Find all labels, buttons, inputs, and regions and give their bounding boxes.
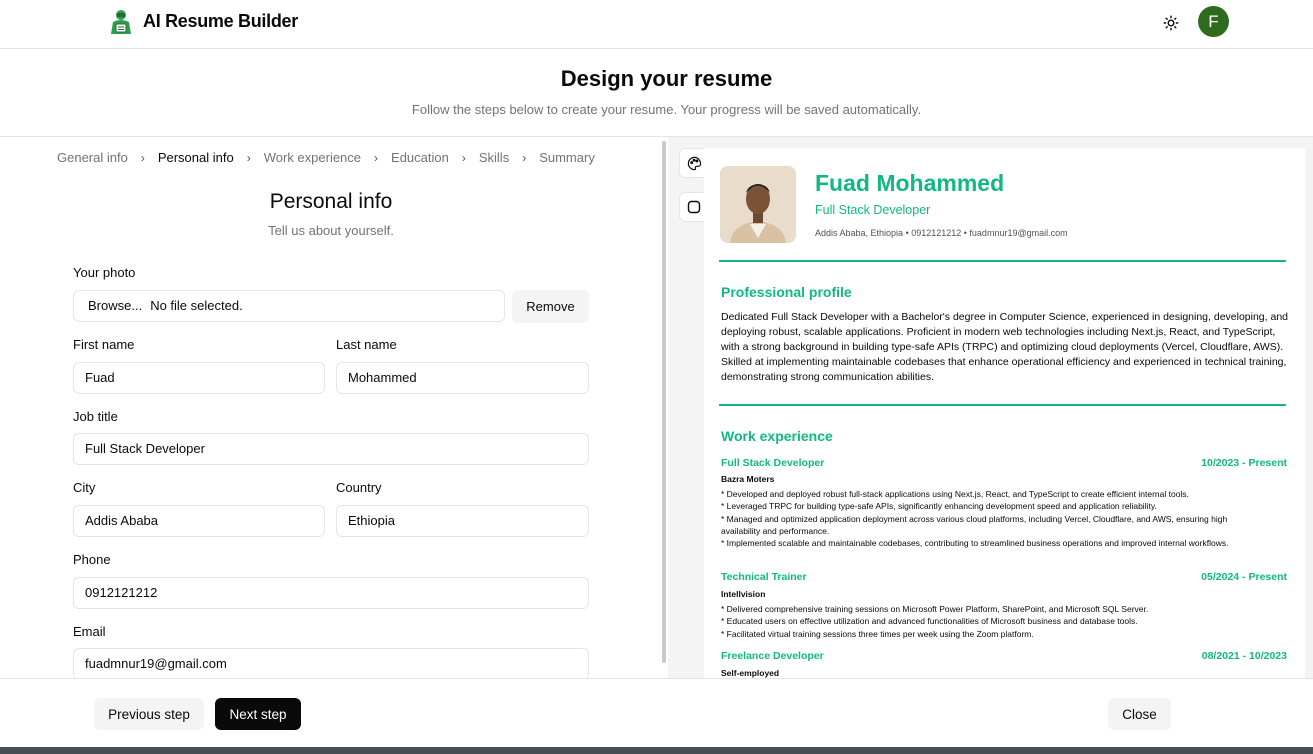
job-company: Intellvision [721, 589, 766, 599]
robot-logo-icon[interactable] [108, 8, 134, 36]
job-position: Full Stack Developer [721, 457, 825, 469]
palette-icon [687, 156, 701, 170]
editor-panel: General info › Personal info › Work expe… [0, 137, 660, 678]
breadcrumb-work-experience[interactable]: Work experience [264, 150, 361, 165]
phone-input[interactable]: 0912121212 [73, 577, 589, 609]
first-name-label: First name [73, 337, 135, 352]
remove-photo-button[interactable]: Remove [512, 290, 589, 323]
chevron-right-icon: › [461, 150, 466, 165]
job-title-label: Job title [73, 409, 118, 424]
breadcrumb-summary[interactable]: Summary [539, 150, 595, 165]
country-input[interactable]: Ethiopia [336, 505, 589, 537]
sun-icon [1163, 15, 1179, 31]
breadcrumb: General info › Personal info › Work expe… [57, 150, 595, 165]
app-title[interactable]: AI Resume Builder [143, 11, 298, 32]
last-name-label: Last name [336, 337, 397, 352]
file-status: No file selected. [150, 298, 243, 313]
job-title-input[interactable]: Full Stack Developer [73, 433, 589, 465]
page-title: Design your resume [560, 66, 773, 91]
browse-button[interactable]: Browse... [88, 291, 142, 321]
job-dates: 10/2023 - Present [1201, 457, 1287, 469]
city-label: City [73, 480, 96, 495]
section-divider [719, 404, 1286, 406]
breadcrumb-general-info[interactable]: General info [57, 150, 128, 165]
photo-file-input[interactable]: Browse... No file selected. [73, 290, 505, 322]
footer-bar: Previous step Next step Close [0, 678, 1313, 747]
job-position: Freelance Developer [721, 650, 824, 662]
section-divider [719, 260, 1286, 262]
editor-scrollbar[interactable] [662, 141, 666, 663]
chevron-right-icon: › [246, 150, 251, 165]
top-bar: AI Resume Builder F [0, 0, 1313, 49]
next-step-button[interactable]: Next step [215, 698, 301, 730]
profile-heading: Professional profile [721, 284, 852, 300]
email-input[interactable]: fuadmnur19@gmail.com [73, 648, 589, 678]
last-name-input[interactable]: Mohammed [336, 362, 589, 394]
resume-name: Fuad Mohammed [815, 170, 1005, 196]
resume-job-title: Full Stack Developer [815, 203, 931, 217]
email-label: Email [73, 624, 106, 639]
breadcrumb-skills[interactable]: Skills [479, 150, 509, 165]
job-position: Technical Trainer [721, 571, 807, 583]
window-bottom-edge [0, 747, 1313, 754]
resume-contact: Addis Ababa, Ethiopia • 0912121212 • fua… [815, 228, 1068, 238]
country-label: Country [336, 480, 382, 495]
city-input[interactable]: Addis Ababa [73, 505, 325, 537]
theme-toggle-button[interactable] [1160, 12, 1182, 34]
chevron-right-icon: › [140, 150, 145, 165]
profile-text: Dedicated Full Stack Developer with a Ba… [721, 311, 1289, 383]
job-company: Bazra Moters [721, 474, 775, 484]
previous-step-button[interactable]: Previous step [94, 698, 204, 730]
breadcrumb-education[interactable]: Education [391, 150, 449, 165]
user-avatar[interactable]: F [1198, 6, 1229, 37]
close-button[interactable]: Close [1108, 698, 1171, 730]
job-description: * Developed and deployed robust full-sta… [721, 489, 1229, 549]
photo-label: Your photo [73, 265, 136, 280]
job-description: * Delivered comprehensive training sessi… [721, 604, 1149, 639]
job-dates: 08/2021 - 10/2023 [1201, 650, 1287, 662]
resume-page: Fuad Mohammed Full Stack Developer Addis… [704, 148, 1305, 678]
chevron-right-icon: › [522, 150, 527, 165]
resume-preview-panel: Fuad Mohammed Full Stack Developer Addis… [668, 137, 1313, 678]
work-heading: Work experience [721, 428, 833, 444]
first-name-input[interactable]: Fuad [73, 362, 325, 394]
chevron-right-icon: › [374, 150, 379, 165]
form-title: Personal info [269, 190, 393, 213]
job-dates: 05/2024 - Present [1201, 571, 1287, 583]
form-subtitle: Tell us about yourself. [268, 223, 394, 238]
square-icon [687, 200, 701, 214]
profile-photo [720, 166, 796, 243]
phone-label: Phone [73, 552, 111, 567]
job-company: Self-employed [721, 668, 780, 678]
page-subtitle: Follow the steps below to create your re… [411, 102, 922, 117]
breadcrumb-personal-info[interactable]: Personal info [158, 150, 234, 165]
